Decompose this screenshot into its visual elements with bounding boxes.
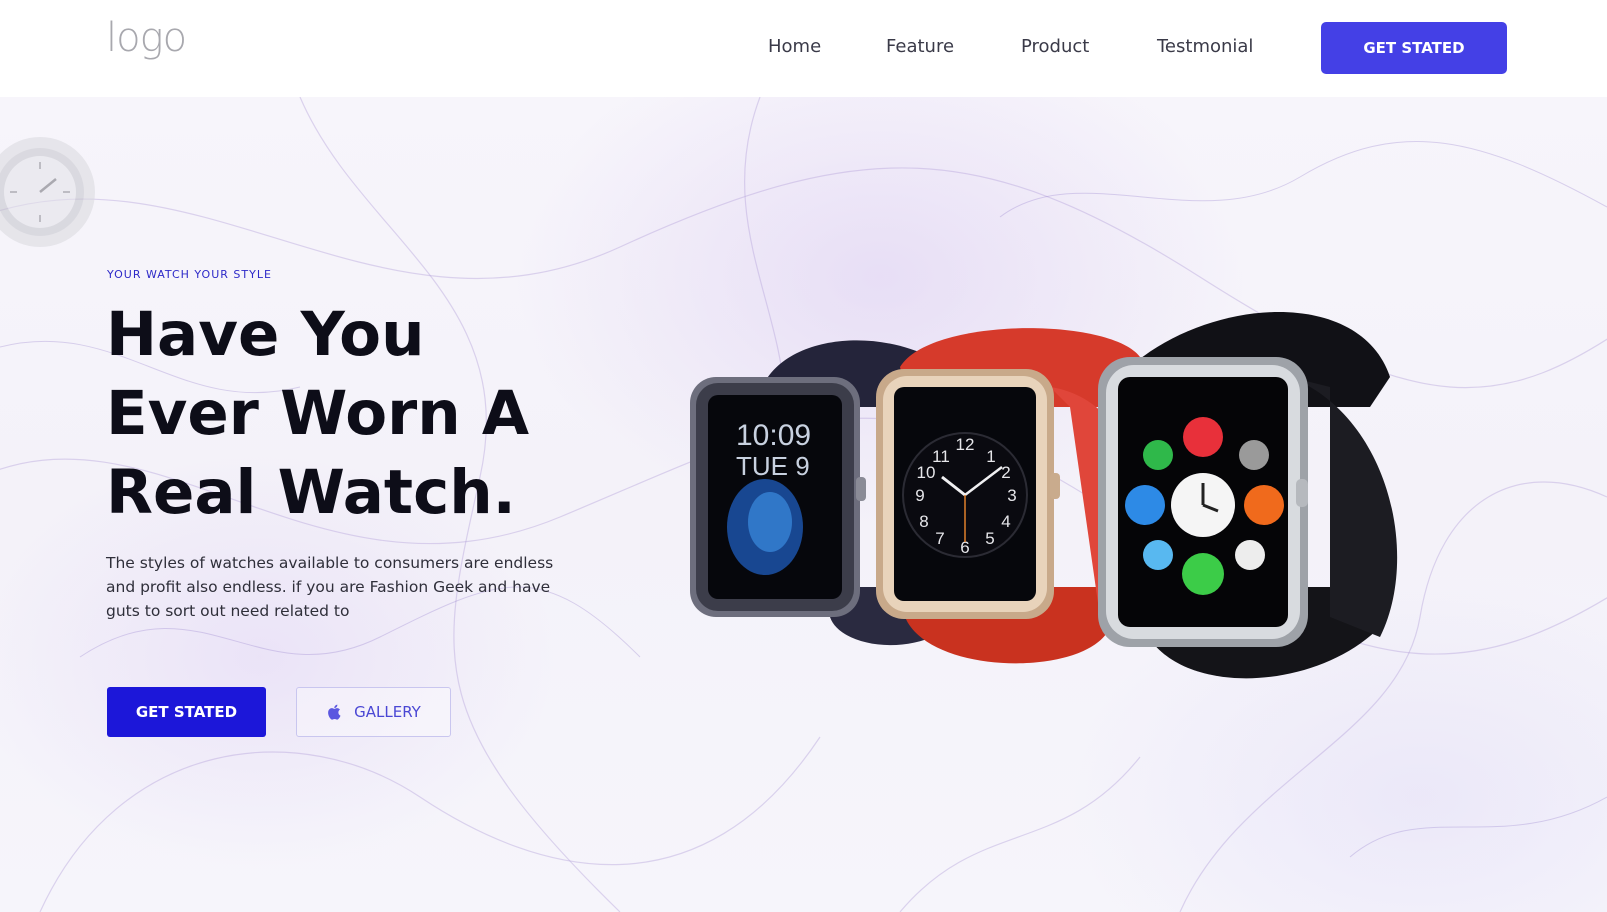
svg-text:7: 7 (935, 529, 944, 548)
logo[interactable]: logo (106, 18, 187, 58)
nav-testimonial[interactable]: Testmonial (1157, 36, 1253, 57)
nav-product[interactable]: Product (1021, 36, 1089, 57)
headline-line-2: Ever Worn A (106, 378, 530, 449)
hero-section: YOUR WATCH YOUR STYLE Have You Ever Worn… (0, 97, 1607, 912)
headline-line-1: Have You (106, 299, 425, 370)
hero-eyebrow: YOUR WATCH YOUR STYLE (107, 268, 272, 281)
watch-left-date: TUE 9 (736, 451, 810, 481)
apple-icon (326, 703, 344, 721)
headline-line-3: Real Watch. (106, 457, 516, 528)
hero-get-started-button[interactable]: GET STATED (107, 687, 266, 737)
hero-description: The styles of watches available to consu… (106, 554, 554, 620)
gallery-button[interactable]: GALLERY (296, 687, 451, 737)
nav-home[interactable]: Home (768, 36, 821, 57)
svg-text:4: 4 (1001, 512, 1010, 531)
svg-text:1: 1 (986, 447, 995, 466)
svg-text:2: 2 (1001, 463, 1010, 482)
hero-headline: Have You Ever Worn A Real Watch. (106, 295, 529, 532)
background-watch-image (0, 137, 95, 247)
svg-text:11: 11 (932, 447, 950, 466)
smartwatches-product-image: 10:09 TUE 9 123 69 12 45 78 1011 (690, 312, 1398, 679)
svg-text:9: 9 (915, 486, 924, 505)
svg-text:8: 8 (919, 512, 928, 531)
gallery-button-label: GALLERY (354, 703, 421, 721)
svg-text:5: 5 (985, 529, 994, 548)
svg-text:12: 12 (956, 435, 975, 454)
header-get-started-button[interactable]: GET STATED (1321, 22, 1507, 74)
svg-text:3: 3 (1007, 486, 1016, 505)
watch-black (1098, 312, 1398, 679)
site-header: logo Home Feature Product Testmonial GET… (0, 0, 1607, 97)
nav-feature[interactable]: Feature (886, 36, 954, 57)
watch-left-time: 10:09 (736, 419, 811, 452)
